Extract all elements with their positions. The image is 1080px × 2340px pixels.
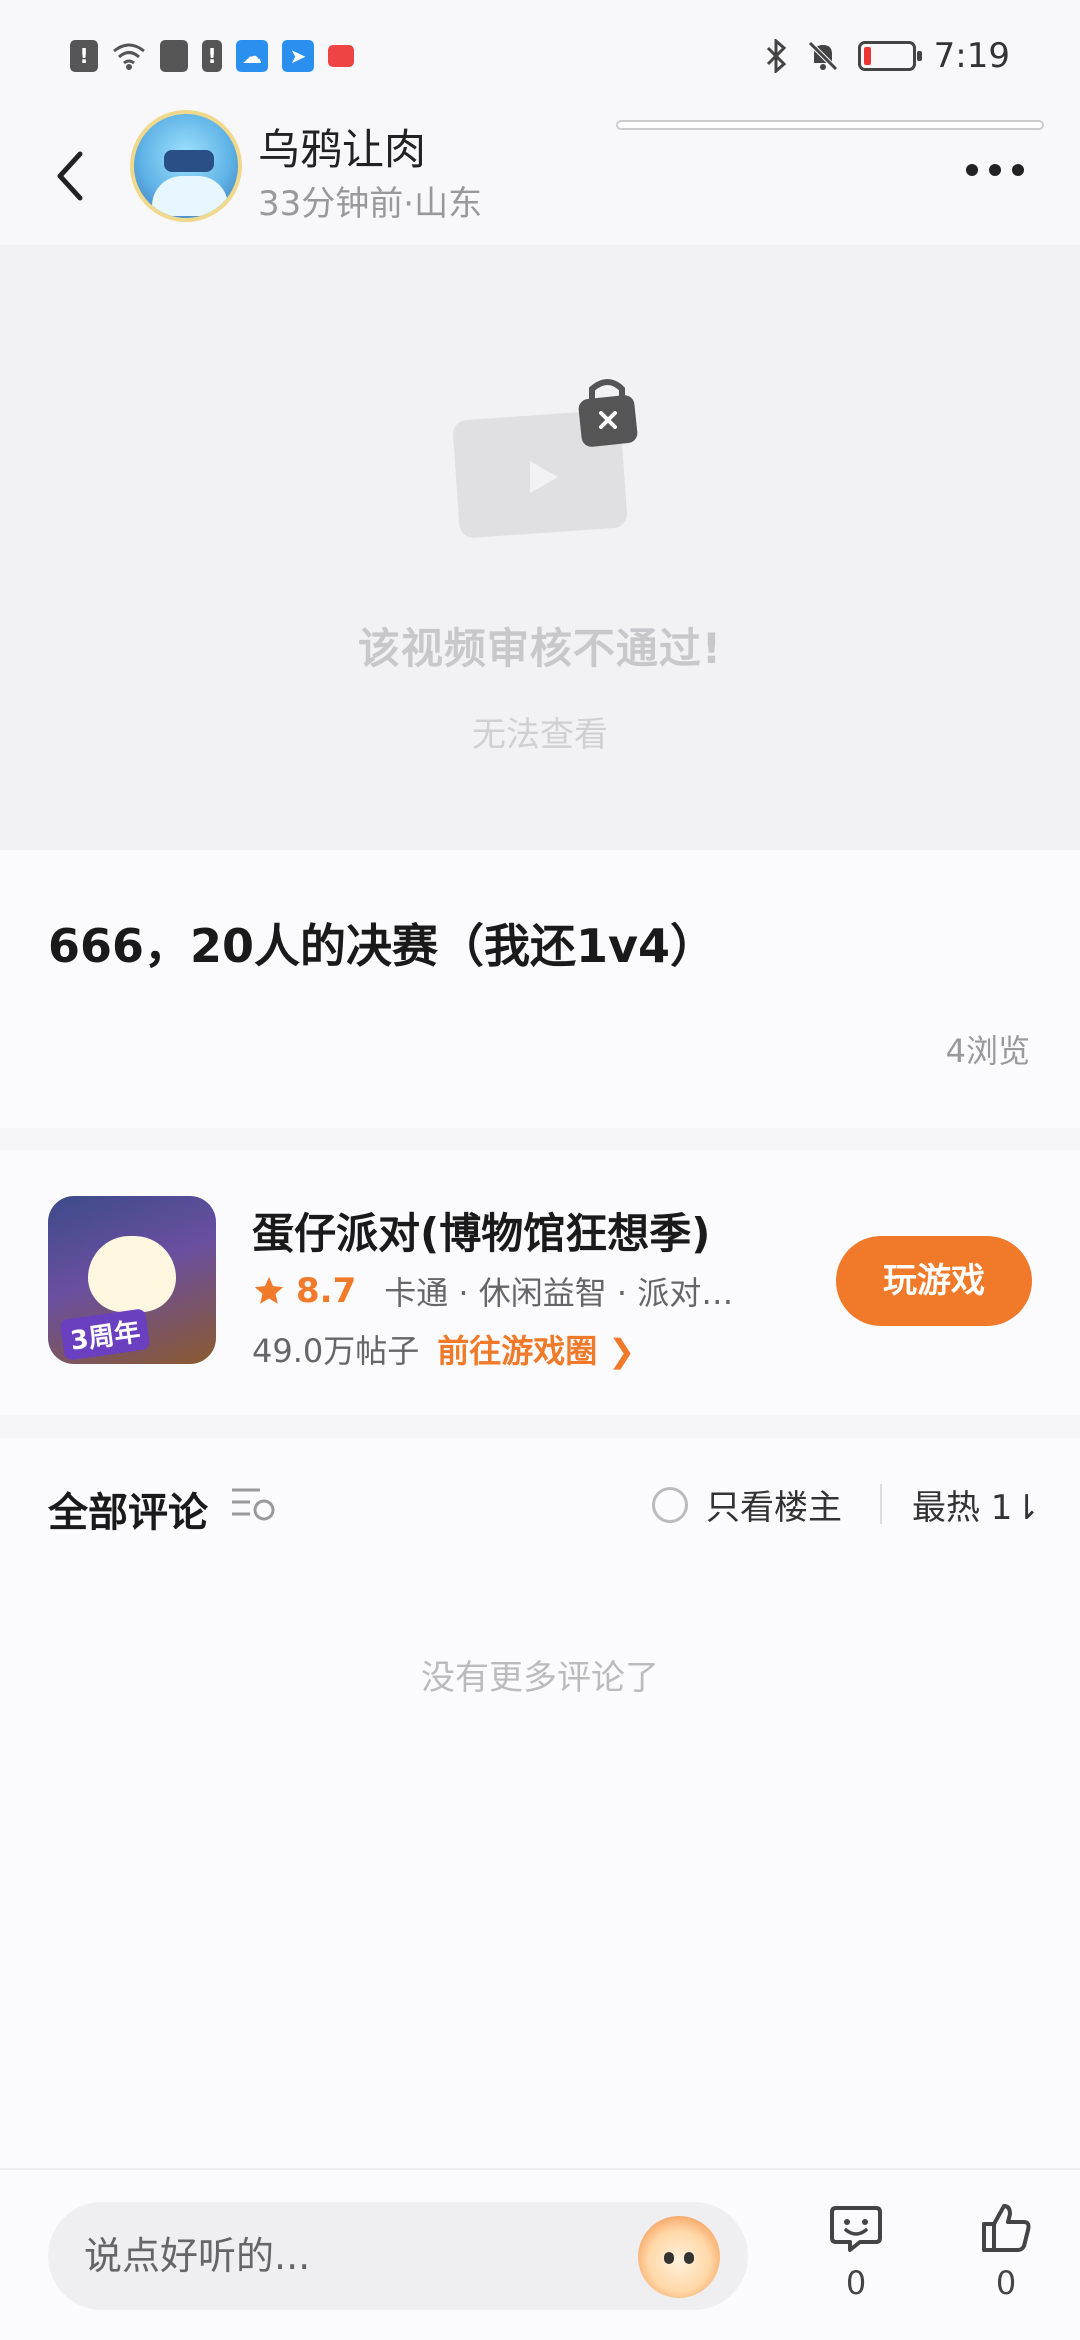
comment-input[interactable]	[84, 2234, 604, 2278]
mail-icon	[160, 40, 188, 72]
comment-count: 0	[845, 2264, 867, 2302]
alert-icon: !	[202, 40, 222, 72]
comment-action[interactable]: 0	[816, 2200, 896, 2302]
more-options-button[interactable]	[960, 150, 1030, 190]
status-bar: ! ! ☁ ➤ 7:19	[0, 0, 1080, 110]
radio-icon[interactable]	[652, 1486, 688, 1523]
game-post-count: 49.0万帖子	[252, 1332, 420, 1370]
game-rating-row: 8.7 卡通 · 休闲益智 · 派对…	[252, 1268, 733, 1314]
game-rating: 8.7	[296, 1271, 357, 1311]
game-tags: 卡通 · 休闲益智 · 派对…	[384, 1274, 734, 1312]
battery-icon	[857, 41, 922, 71]
status-notification-icons: ! ! ☁ ➤	[70, 40, 354, 72]
mute-bell-icon	[807, 41, 838, 71]
only-owner-label[interactable]: 只看楼主	[706, 1480, 842, 1529]
anniversary-badge: 3周年	[59, 1308, 151, 1361]
sort-dropdown[interactable]: 最热 1⇂	[912, 1480, 1041, 1529]
emoji-mascot-icon[interactable]	[638, 2216, 720, 2298]
comment-icon[interactable]	[828, 2200, 884, 2256]
video-error-title: 该视频审核不通过!	[357, 624, 723, 673]
comments-title: 全部评论	[48, 1490, 208, 1536]
divider	[880, 1484, 882, 1524]
avatar[interactable]	[130, 110, 242, 222]
clock: 7:19	[933, 36, 1010, 76]
only-owner-toggle[interactable]: 只看楼主	[652, 1480, 842, 1529]
loading-bar	[616, 120, 1044, 130]
game-card[interactable]: 3周年 蛋仔派对(博物馆狂想季) 8.7 卡通 · 休闲益智 · 派对… 49.…	[0, 1150, 1080, 1415]
post-body: 666，20人的决赛（我还1v4） 4浏览	[0, 850, 1080, 1128]
like-count: 0	[995, 2264, 1017, 2302]
star-icon	[254, 1276, 284, 1304]
game-icon[interactable]: 3周年	[48, 1196, 216, 1364]
like-action[interactable]: 0	[966, 2200, 1046, 2302]
view-count: 4浏览	[945, 1032, 1030, 1070]
goto-game-circle-link[interactable]: 前往游戏圈 ❯	[437, 1326, 635, 1372]
app-icon: ➤	[282, 40, 314, 72]
play-game-button[interactable]: 玩游戏	[836, 1236, 1032, 1326]
comment-filter-icon[interactable]	[230, 1484, 278, 1524]
post-header: 乌鸦让肉 33分钟前·山东	[0, 110, 1080, 245]
bottom-action-bar: 0 0	[0, 2168, 1080, 2340]
back-button[interactable]	[46, 140, 96, 210]
username[interactable]: 乌鸦让肉	[258, 116, 426, 177]
bluetooth-icon	[766, 39, 786, 73]
locked-video-icon	[453, 379, 638, 538]
alert-icon: !	[70, 40, 98, 72]
empty-comments-text: 没有更多评论了	[421, 1658, 659, 1698]
book-icon	[328, 45, 354, 67]
game-name[interactable]: 蛋仔派对(博物馆狂想季)	[252, 1200, 710, 1261]
video-player: 该视频审核不通过! 无法查看	[0, 245, 1080, 850]
post-title: 666，20人的决赛（我还1v4）	[48, 919, 717, 973]
game-posts-row: 49.0万帖子 前往游戏圈 ❯	[252, 1326, 635, 1372]
comment-input-box[interactable]	[48, 2202, 748, 2310]
weather-icon: ☁	[236, 40, 268, 72]
post-meta: 33分钟前·山东	[258, 184, 483, 224]
comments-section: 全部评论 只看楼主 最热 1⇂ 没有更多评论了	[0, 1438, 1080, 2168]
thumbs-up-icon[interactable]	[978, 2200, 1034, 2256]
wifi-icon	[113, 43, 145, 70]
status-system-icons: 7:19	[764, 36, 1010, 76]
video-error-subtitle: 无法查看	[472, 715, 608, 755]
